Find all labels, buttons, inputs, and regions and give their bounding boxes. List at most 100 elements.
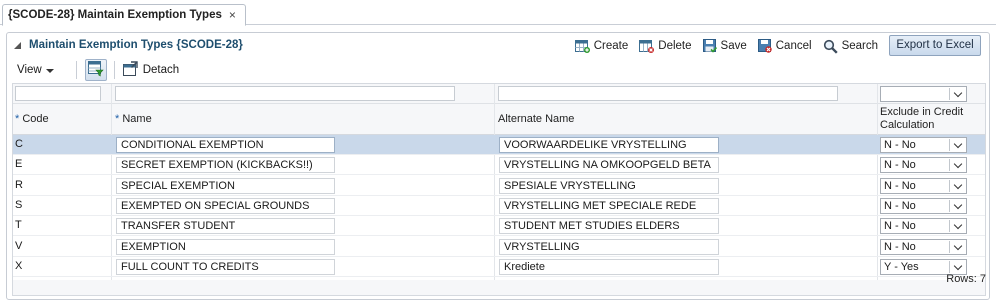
exclude-select[interactable]: N - No — [880, 198, 967, 214]
create-icon — [574, 39, 590, 53]
detach-label: Detach — [142, 64, 180, 76]
column-header-code[interactable]: * Code — [15, 113, 49, 125]
alternate-name-field[interactable]: VRYSTELLING MET SPECIALE REDE — [499, 198, 719, 214]
filter-grid-icon — [87, 60, 104, 80]
table-row[interactable]: S EXEMPTED ON SPECIAL GROUNDS VRYSTELLING … — [13, 196, 985, 216]
collapse-icon[interactable] — [14, 42, 21, 49]
name-field[interactable]: EXEMPTED ON SPECIAL GROUNDS — [116, 198, 335, 214]
alternate-name-filter-input[interactable] — [498, 86, 838, 101]
required-marker: * — [115, 113, 120, 125]
query-by-example-toggle[interactable] — [84, 59, 107, 81]
panel-title: Maintain Exemption Types {SCODE-28} — [29, 39, 243, 51]
code-cell: C — [15, 138, 23, 150]
save-label: Save — [720, 40, 747, 52]
chevron-down-icon[interactable] — [949, 139, 965, 151]
cancel-button[interactable]: Cancel — [757, 39, 812, 53]
alternate-name-field[interactable]: STUDENT MET STUDIES ELDERS — [499, 218, 719, 234]
table-row[interactable]: T TRANSFER STUDENT STUDENT MET STUDIES ELD… — [13, 216, 985, 236]
code-cell: R — [15, 179, 23, 191]
view-label: View — [17, 64, 42, 76]
exclude-filter-select[interactable] — [880, 86, 967, 102]
exemption-types-table: * Code * Name Alternate Name Exclude in … — [12, 83, 986, 296]
table-footer — [13, 280, 985, 295]
delete-icon — [639, 39, 655, 53]
code-cell: T — [15, 219, 22, 231]
exclude-value: N - No — [884, 159, 916, 171]
exclude-value: N - No — [884, 180, 916, 192]
save-button[interactable]: Save — [702, 39, 747, 53]
table-row[interactable]: R SPECIAL EXEMPTION SPESIALE VRYSTELLING N … — [13, 176, 985, 196]
save-icon — [702, 39, 717, 53]
exclude-select[interactable]: N - No — [880, 218, 967, 234]
table-header: * Code * Name Alternate Name Exclude in … — [13, 104, 985, 135]
close-icon[interactable]: × — [229, 8, 236, 22]
exclude-value: N - No — [884, 200, 916, 212]
exclude-select[interactable]: N - No — [880, 137, 967, 153]
code-cell: S — [15, 199, 23, 211]
name-field[interactable]: CONDITIONAL EXEMPTION — [116, 137, 335, 153]
toolbar-divider — [113, 61, 115, 79]
chevron-down-icon[interactable] — [949, 180, 965, 192]
alternate-name-field[interactable]: VOORWAARDELIKE VRYSTELLING — [499, 137, 719, 153]
code-cell: V — [15, 240, 23, 252]
delete-label: Delete — [658, 40, 692, 52]
toolbar: View Detach — [12, 58, 986, 82]
name-field[interactable]: SPECIAL EXEMPTION — [116, 178, 335, 194]
chevron-down-icon[interactable] — [949, 159, 965, 171]
detach-icon — [122, 60, 138, 80]
required-marker: * — [15, 113, 20, 125]
toolbar-divider — [75, 61, 77, 79]
search-icon — [823, 39, 838, 54]
column-header-alternate-name[interactable]: Alternate Name — [498, 113, 574, 125]
create-button[interactable]: Create — [574, 39, 629, 53]
panel-header: Maintain Exemption Types {SCODE-28} Crea… — [7, 33, 989, 59]
create-label: Create — [593, 40, 629, 52]
alternate-name-field[interactable]: SPESIALE VRYSTELLING — [499, 178, 719, 194]
table-row[interactable]: E SECRET EXEMPTION (KICKBACKS!!) VRYSTELLI… — [13, 155, 985, 175]
main-panel: Maintain Exemption Types {SCODE-28} Crea… — [6, 32, 990, 300]
table-row[interactable]: X FULL COUNT TO CREDITS Krediete Y - Yes — [13, 257, 985, 277]
delete-button[interactable]: Delete — [639, 39, 692, 53]
search-button[interactable]: Search — [823, 39, 878, 54]
name-field[interactable]: TRANSFER STUDENT — [116, 218, 335, 234]
code-filter-input[interactable] — [15, 86, 101, 101]
chevron-down-icon — [45, 69, 54, 73]
chevron-down-icon[interactable] — [949, 220, 965, 232]
name-filter-input[interactable] — [115, 86, 455, 101]
export-to-excel-button[interactable]: Export to Excel — [889, 34, 981, 56]
column-header-name[interactable]: * Name — [115, 113, 152, 125]
alternate-name-field[interactable]: Krediete — [499, 259, 719, 275]
code-cell: E — [15, 158, 23, 170]
chevron-down-icon[interactable] — [949, 261, 965, 273]
header-actions: Create Delete Save Cancel Search Export … — [574, 33, 989, 59]
tab-title: {SCODE-28} Maintain Exemption Types — [8, 9, 222, 21]
column-header-exclude-in-credit-calculation[interactable]: Exclude in Credit Calculation — [880, 106, 980, 132]
view-menu[interactable]: View — [17, 64, 54, 76]
table-row[interactable]: C CONDITIONAL EXEMPTION VOORWAARDELIKE VRY… — [13, 135, 985, 155]
exclude-value: N - No — [884, 220, 916, 232]
exclude-value: N - No — [884, 241, 916, 253]
code-cell: X — [15, 260, 23, 272]
exclude-value: N - No — [884, 139, 916, 151]
cancel-label: Cancel — [775, 40, 812, 52]
detach-button[interactable]: Detach — [122, 60, 180, 80]
table-row[interactable]: V EXEMPTION VRYSTELLING N - No — [13, 237, 985, 257]
chevron-down-icon[interactable] — [949, 200, 965, 212]
chevron-down-icon[interactable] — [949, 241, 965, 253]
alternate-name-field[interactable]: VRYSTELLING — [499, 239, 719, 255]
cancel-icon — [757, 39, 772, 53]
search-label: Search — [841, 40, 878, 52]
name-field[interactable]: FULL COUNT TO CREDITS — [116, 259, 335, 275]
exclude-select[interactable]: N - No — [880, 178, 967, 194]
tab-maintain-exemption-types[interactable]: {SCODE-28} Maintain Exemption Types × — [2, 4, 246, 26]
tab-strip: {SCODE-28} Maintain Exemption Types × — [0, 0, 996, 26]
rows-count: Rows: 7 — [946, 273, 986, 285]
chevron-down-icon[interactable] — [949, 88, 965, 100]
filter-row — [13, 84, 985, 104]
exclude-select[interactable]: N - No — [880, 239, 967, 255]
exclude-select[interactable]: N - No — [880, 157, 967, 173]
name-field[interactable]: EXEMPTION — [116, 239, 335, 255]
alternate-name-field[interactable]: VRYSTELLING NA OMKOOPGELD BETA — [499, 157, 719, 173]
name-field[interactable]: SECRET EXEMPTION (KICKBACKS!!) — [116, 157, 335, 173]
exclude-value: Y - Yes — [884, 261, 919, 273]
